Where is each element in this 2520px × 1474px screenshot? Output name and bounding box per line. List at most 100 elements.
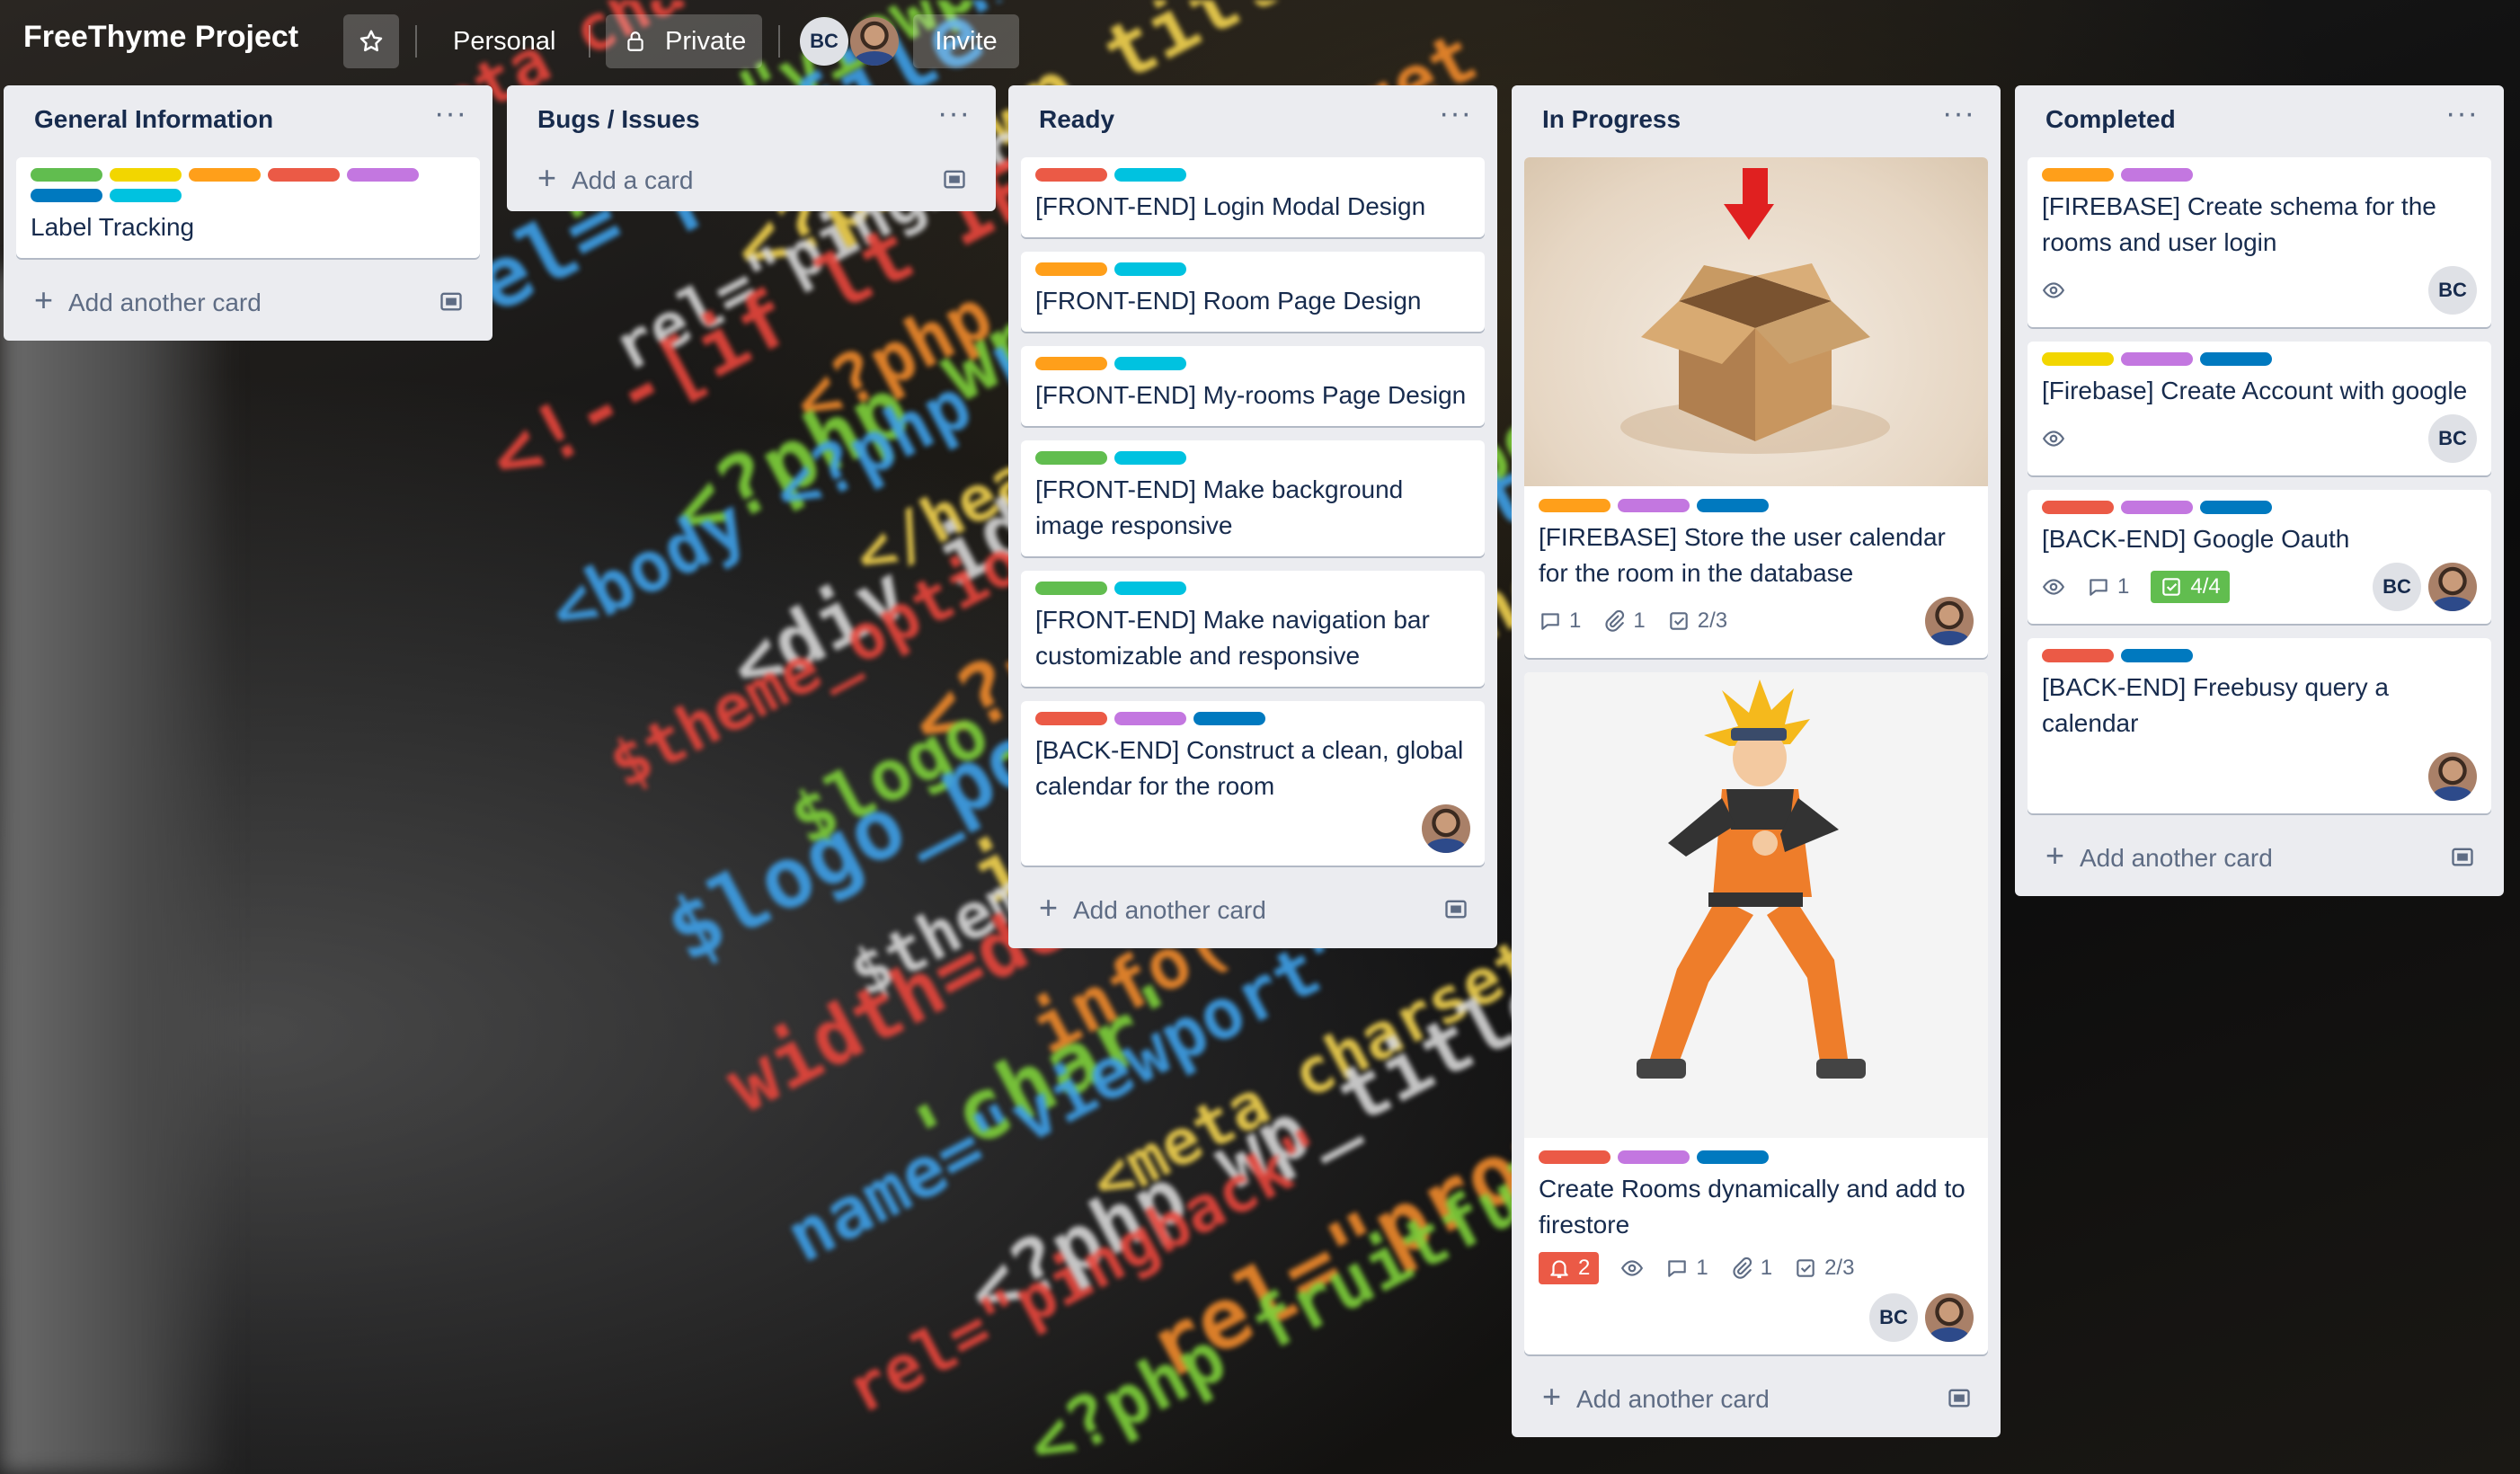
label-blue[interactable] xyxy=(1193,712,1265,725)
card[interactable]: [BACK-END] Construct a clean, global cal… xyxy=(1021,701,1485,866)
list-title[interactable]: Ready xyxy=(1039,105,1114,134)
card-template-icon[interactable] xyxy=(439,289,464,314)
label-sky[interactable] xyxy=(1114,582,1186,595)
invite-button[interactable]: Invite xyxy=(913,14,1019,68)
add-card-button[interactable]: + Add another card xyxy=(2028,821,2491,896)
team-personal-button[interactable]: Personal xyxy=(453,14,555,68)
card-title: [BACK-END] Construct a clean, global cal… xyxy=(1035,736,1464,800)
label-orange[interactable] xyxy=(2042,168,2114,182)
add-card-button[interactable]: + Add a card xyxy=(519,143,983,211)
visibility-button[interactable]: Private xyxy=(606,14,762,68)
card-template-icon[interactable] xyxy=(1443,896,1469,921)
card[interactable]: [BACK-END] Google Oauth 1 4/4 BC xyxy=(2028,490,2491,624)
label-blue[interactable] xyxy=(2200,501,2272,514)
list-title[interactable]: Completed xyxy=(2045,105,2176,134)
card[interactable]: [FRONT-END] My-rooms Page Design xyxy=(1021,346,1485,426)
add-card-button[interactable]: + Add another card xyxy=(16,265,480,341)
label-red[interactable] xyxy=(2042,501,2114,514)
list-menu-button[interactable]: ··· xyxy=(434,96,467,131)
label-purple[interactable] xyxy=(1114,712,1186,725)
label-green[interactable] xyxy=(1035,451,1107,465)
label-red[interactable] xyxy=(268,168,340,182)
member-avatar-photo[interactable] xyxy=(1925,1293,1974,1342)
star-button[interactable] xyxy=(343,14,399,68)
label-purple[interactable] xyxy=(2121,352,2193,366)
card[interactable]: [FRONT-END] Login Modal Design xyxy=(1021,157,1485,237)
label-blue[interactable] xyxy=(2200,352,2272,366)
list-title[interactable]: In Progress xyxy=(1542,105,1681,134)
card[interactable]: [FRONT-END] Room Page Design xyxy=(1021,252,1485,332)
label-red[interactable] xyxy=(1035,712,1107,725)
label-red[interactable] xyxy=(1035,168,1107,182)
card-members xyxy=(1035,804,1470,853)
label-sky[interactable] xyxy=(1114,168,1186,182)
card[interactable]: [FRONT-END] Make navigation bar customiz… xyxy=(1021,571,1485,687)
plus-icon: + xyxy=(2045,837,2065,874)
list-title[interactable]: General Information xyxy=(34,105,273,134)
card[interactable]: Label Tracking xyxy=(16,157,480,258)
member-avatar[interactable]: BC xyxy=(2428,266,2477,315)
checklist-count: 2/3 xyxy=(1824,1256,1855,1280)
label-green[interactable] xyxy=(1035,582,1107,595)
label-sky[interactable] xyxy=(1114,357,1186,370)
card-labels xyxy=(1539,1150,1974,1164)
list-menu-button[interactable]: ··· xyxy=(1439,96,1472,131)
label-red[interactable] xyxy=(1539,1150,1610,1164)
card[interactable]: [FIREBASE] Create schema for the rooms a… xyxy=(2028,157,2491,327)
label-orange[interactable] xyxy=(1035,357,1107,370)
visibility-label: Private xyxy=(665,26,747,56)
card[interactable]: [FIREBASE] Store the user calendar for t… xyxy=(1524,157,1988,658)
card[interactable]: [Firebase] Create Account with google BC xyxy=(2028,342,2491,475)
label-orange[interactable] xyxy=(1035,262,1107,276)
label-blue[interactable] xyxy=(31,189,102,202)
plus-icon: + xyxy=(1039,889,1059,926)
label-green[interactable] xyxy=(31,168,102,182)
label-purple[interactable] xyxy=(1618,1150,1690,1164)
watch-badge xyxy=(2042,279,2065,302)
card-labels xyxy=(2042,168,2477,182)
card-title: [FRONT-END] Login Modal Design xyxy=(1035,192,1426,220)
card-template-icon[interactable] xyxy=(2450,844,2475,869)
paperclip-icon xyxy=(1733,1256,1752,1279)
label-sky[interactable] xyxy=(110,189,182,202)
card[interactable]: [FRONT-END] Make background image respon… xyxy=(1021,440,1485,556)
card-title: [FRONT-END] Room Page Design xyxy=(1035,287,1422,315)
member-avatar[interactable]: BC xyxy=(2428,414,2477,463)
list-title[interactable]: Bugs / Issues xyxy=(537,105,700,134)
member-avatar[interactable]: BC xyxy=(800,17,848,66)
add-card-button[interactable]: + Add another card xyxy=(1524,1362,1988,1437)
list-menu-button[interactable]: ··· xyxy=(1942,96,1975,131)
card-template-icon[interactable] xyxy=(1947,1385,1972,1410)
member-avatar-photo[interactable] xyxy=(1422,804,1470,853)
member-avatar[interactable]: BC xyxy=(1869,1293,1918,1342)
label-blue[interactable] xyxy=(1697,499,1769,512)
label-purple[interactable] xyxy=(2121,501,2193,514)
label-yellow[interactable] xyxy=(2042,352,2114,366)
plus-icon: + xyxy=(1542,1378,1562,1415)
board-title[interactable]: FreeThyme Project xyxy=(23,20,298,55)
list-menu-button[interactable]: ··· xyxy=(937,96,971,131)
label-purple[interactable] xyxy=(2121,168,2193,182)
label-purple[interactable] xyxy=(347,168,419,182)
header-divider xyxy=(589,25,590,58)
member-avatar-photo[interactable] xyxy=(2428,563,2477,611)
label-sky[interactable] xyxy=(1114,262,1186,276)
label-yellow[interactable] xyxy=(110,168,182,182)
card-template-icon[interactable] xyxy=(942,166,967,191)
list-menu-button[interactable]: ··· xyxy=(2445,96,2479,131)
label-blue[interactable] xyxy=(1697,1150,1769,1164)
label-purple[interactable] xyxy=(1618,499,1690,512)
label-sky[interactable] xyxy=(1114,451,1186,465)
label-orange[interactable] xyxy=(1539,499,1610,512)
member-avatar-photo[interactable] xyxy=(2428,752,2477,801)
member-avatar-photo[interactable] xyxy=(850,17,899,66)
label-red[interactable] xyxy=(2042,649,2114,662)
member-avatar-photo[interactable] xyxy=(1925,597,1974,645)
member-avatar[interactable]: BC xyxy=(2373,563,2421,611)
background-code-line: rel="pingback" xyxy=(834,1114,1338,1429)
card[interactable]: Create Rooms dynamically and add to fire… xyxy=(1524,672,1988,1354)
add-card-button[interactable]: + Add another card xyxy=(1021,873,1485,948)
label-blue[interactable] xyxy=(2121,649,2193,662)
label-orange[interactable] xyxy=(189,168,261,182)
card[interactable]: [BACK-END] Freebusy query a calendar xyxy=(2028,638,2491,813)
